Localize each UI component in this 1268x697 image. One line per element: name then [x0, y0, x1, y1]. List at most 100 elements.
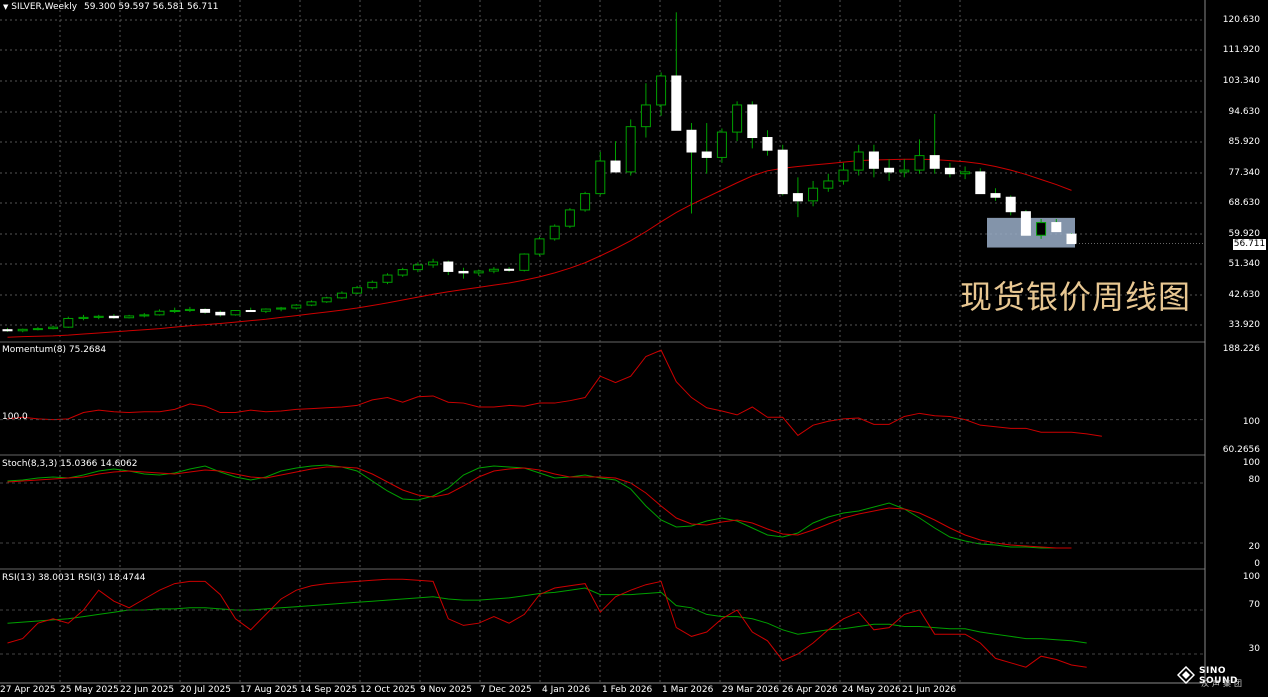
momentum-tick: 60.2656: [1222, 445, 1260, 455]
price-tick: 68.630: [1228, 198, 1261, 208]
stoch-tick: 20: [1248, 542, 1260, 552]
logo-brand-cn-text: 汉声集团: [1201, 679, 1245, 688]
highlight-box: [987, 217, 1075, 248]
candle-bullish: [17, 328, 28, 332]
candle-bullish: [838, 169, 849, 182]
current-price-badge: 56.711: [1233, 239, 1266, 250]
candle-bearish: [686, 129, 697, 153]
candle-bullish: [397, 269, 408, 276]
rsi-tick: 70: [1248, 600, 1260, 610]
candle-bullish: [899, 169, 910, 173]
date-tick: 17 Aug 2025: [240, 685, 298, 695]
stoch-tick: 100: [1242, 458, 1260, 468]
chart-overlay-title: 现货银价周线图: [960, 278, 1192, 316]
sino-sound-logo: SINO SOUND 汉声集团: [1175, 664, 1265, 692]
candle-bearish: [747, 104, 758, 139]
price-tick: 94.630: [1228, 107, 1261, 117]
candle-bearish: [200, 308, 211, 313]
date-tick: 29 Mar 2026: [722, 685, 780, 695]
candle-bullish: [914, 155, 925, 171]
candle-bearish: [1005, 196, 1016, 213]
candle-bullish: [808, 187, 819, 202]
stoch-tick: 80: [1248, 475, 1260, 485]
chart-root[interactable]: [0, 0, 1268, 697]
candle-bullish: [732, 104, 743, 133]
logo-mark-icon: [1177, 666, 1195, 684]
candle-bullish: [367, 281, 378, 289]
candle-bullish: [473, 270, 484, 274]
candle-bullish: [625, 126, 636, 173]
candle-bearish: [884, 167, 895, 173]
date-tick: 14 Sep 2025: [300, 685, 358, 695]
candle-bullish: [656, 75, 667, 106]
stoch-tick: 0: [1254, 559, 1260, 569]
candle-bullish: [960, 171, 971, 175]
candle-bullish: [580, 193, 591, 211]
chart-canvas[interactable]: [0, 0, 1268, 697]
candle-bearish: [458, 270, 469, 274]
candle-bullish: [382, 274, 393, 283]
candle-bullish: [336, 292, 347, 299]
price-tick: 59.920: [1228, 229, 1261, 239]
candle-bullish: [428, 261, 439, 266]
candle-bullish: [32, 328, 43, 331]
date-tick: 22 Jun 2025: [120, 685, 175, 695]
momentum-level-label: 100.0: [2, 412, 28, 422]
candle-bullish: [488, 268, 499, 272]
candle-bullish: [154, 310, 165, 316]
candle-bearish: [990, 193, 1001, 198]
rsi-series-line: [7, 587, 1087, 644]
collapse-arrow-icon[interactable]: ▼: [3, 3, 8, 11]
candle-bullish: [534, 238, 545, 255]
date-tick: 27 Apr 2025: [0, 685, 56, 695]
price-tick: 33.920: [1228, 320, 1261, 330]
candle-bearish: [245, 310, 256, 313]
candle-bullish: [93, 315, 104, 318]
candle-bearish: [944, 167, 955, 175]
candle-bearish: [108, 315, 119, 319]
candle-bullish: [352, 287, 363, 294]
candle-bullish: [124, 315, 135, 319]
candle-bullish: [716, 131, 727, 158]
candle-bullish: [412, 264, 423, 271]
rsi-tick: 100: [1242, 572, 1260, 582]
candle-bullish: [260, 308, 271, 312]
date-tick: 20 Jul 2025: [180, 685, 231, 695]
candle-bearish: [929, 155, 940, 169]
price-tick: 85.920: [1228, 137, 1261, 147]
candle-bullish: [853, 151, 864, 171]
candle-bearish: [671, 75, 682, 131]
rsi-label: RSI(13) 38.0031 RSI(3) 18.4744: [2, 573, 146, 583]
rsi-tick: 30: [1248, 644, 1260, 654]
candle-bearish: [975, 171, 986, 195]
momentum-series-line: [7, 349, 1102, 437]
candle-bullish: [230, 310, 241, 316]
candle-bearish: [1051, 222, 1062, 233]
date-tick: 1 Mar 2026: [662, 685, 714, 695]
date-tick: 1 Feb 2026: [602, 685, 653, 695]
candle-bullish: [640, 104, 651, 128]
candle-bullish: [276, 307, 287, 310]
candle-bullish: [78, 316, 89, 319]
date-tick: 7 Dec 2025: [480, 685, 532, 695]
price-tick: 51.340: [1228, 259, 1261, 269]
date-tick: 21 Jun 2026: [902, 685, 957, 695]
candle-bearish: [792, 193, 803, 202]
candle-bearish: [2, 329, 13, 332]
date-tick: 26 Apr 2026: [782, 685, 838, 695]
candle-bullish: [306, 301, 317, 306]
candle-bearish: [504, 268, 515, 271]
candle-bearish: [868, 151, 879, 169]
candle-bullish: [169, 310, 180, 313]
price-tick: 120.630: [1222, 15, 1260, 25]
date-tick: 24 May 2026: [842, 685, 901, 695]
stoch-label: Stoch(8,3,3) 15.0366 14.6062: [2, 459, 138, 469]
momentum-tick: 100: [1242, 417, 1260, 427]
candle-bullish: [321, 297, 332, 303]
date-tick: 9 Nov 2025: [420, 685, 472, 695]
candle-bearish: [1020, 211, 1031, 236]
price-tick: 42.630: [1228, 290, 1261, 300]
date-tick: 4 Jan 2026: [542, 685, 591, 695]
candle-bullish: [519, 253, 530, 271]
candle-bullish: [595, 160, 606, 195]
